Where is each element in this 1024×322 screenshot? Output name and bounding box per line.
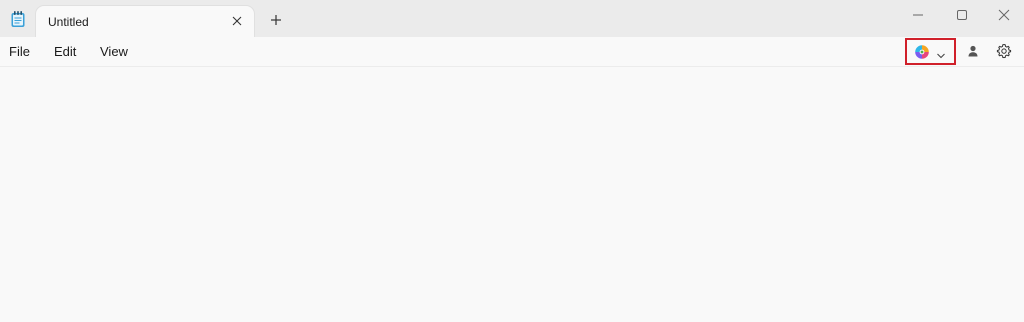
close-icon (998, 9, 1010, 21)
minimize-button[interactable] (896, 0, 940, 30)
gear-icon[interactable] (996, 43, 1012, 59)
minimize-icon (913, 14, 923, 16)
chevron-down-icon[interactable] (936, 47, 946, 59)
text-editor-area[interactable] (0, 67, 1024, 322)
copilot-icon (914, 44, 930, 60)
plus-icon (271, 15, 281, 25)
tab-title: Untitled (48, 15, 89, 29)
menu-bar: File Edit View (0, 37, 1024, 67)
menu-file[interactable]: File (9, 44, 30, 59)
maximize-icon (957, 10, 967, 20)
tab-untitled[interactable]: Untitled (36, 6, 254, 37)
account-icon[interactable] (965, 43, 981, 59)
tab-close-icon[interactable] (230, 14, 244, 28)
new-tab-button[interactable] (266, 10, 286, 30)
maximize-button[interactable] (940, 0, 984, 30)
copilot-button[interactable] (905, 38, 956, 65)
title-bar: Untitled (0, 0, 1024, 37)
close-window-button[interactable] (982, 0, 1024, 30)
menu-view[interactable]: View (100, 44, 128, 59)
notepad-icon (10, 10, 26, 28)
notepad-window: Untitled File Edit View (0, 0, 1024, 322)
menu-edit[interactable]: Edit (54, 44, 76, 59)
